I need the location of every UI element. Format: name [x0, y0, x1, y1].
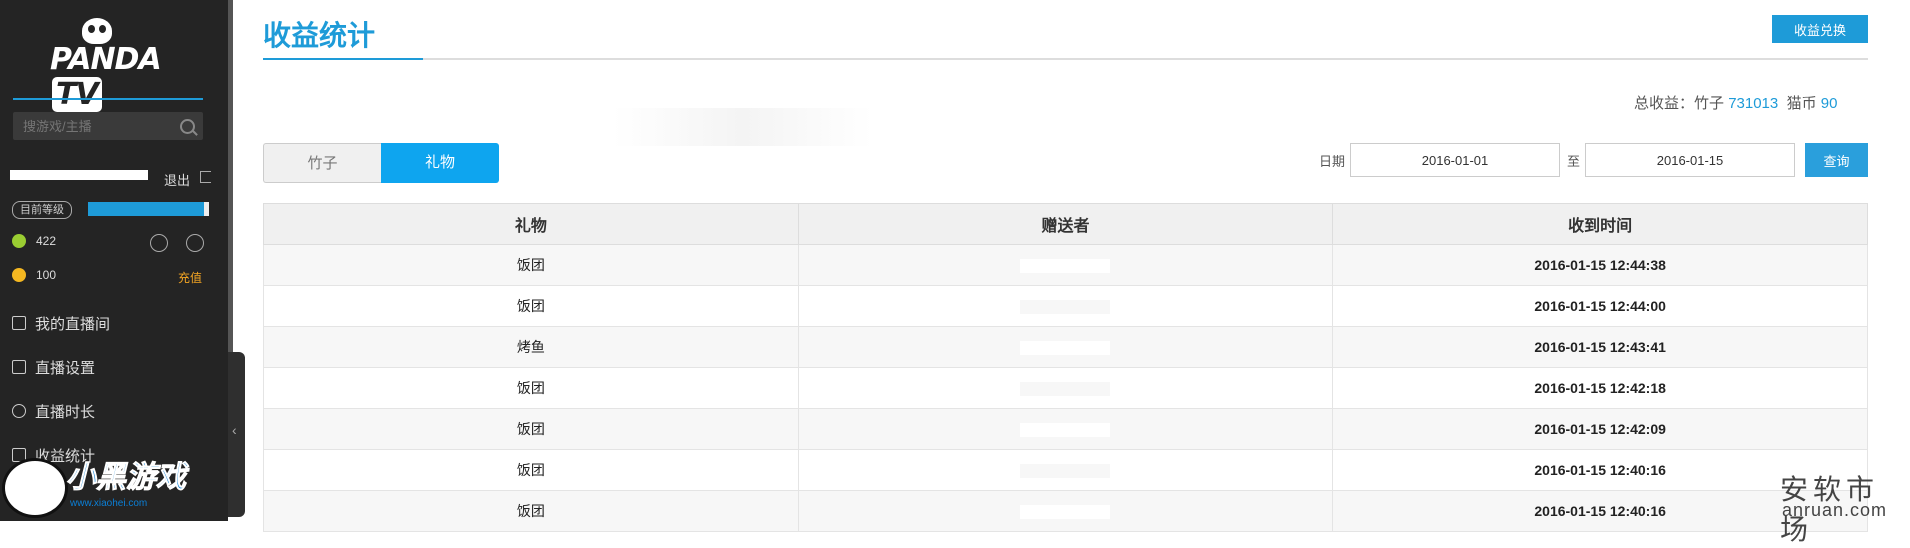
sender-redacted: [1020, 505, 1111, 520]
gift-cell: 饭团: [263, 244, 799, 286]
total-earnings-label: 总收益：竹子: [1634, 95, 1725, 112]
title-divider: [263, 58, 1868, 60]
collapse-sidebar-button[interactable]: [228, 352, 245, 517]
start-date-input[interactable]: [1350, 143, 1560, 177]
page-title: 收益统计: [263, 20, 376, 51]
query-button[interactable]: 查询: [1805, 143, 1868, 177]
logout-icon[interactable]: [200, 171, 211, 183]
cat-coin-label: 猫币: [1786, 95, 1817, 112]
time-cell: 2016-01-15 12:44:00: [1332, 285, 1868, 327]
level-badge: 目前等级: [12, 201, 72, 219]
table-row: 饭团 2016-01-15 12:40:16: [263, 449, 1868, 491]
search-icon[interactable]: [180, 119, 195, 134]
table-row: 饭团 2016-01-15 12:44:00: [263, 285, 1868, 327]
heart-icon[interactable]: [150, 234, 168, 252]
sender-redacted: [1020, 341, 1111, 356]
bamboo-count: 422: [36, 234, 57, 248]
gift-table: 礼物 赠送者 收到时间 饭团 2016-01-15 12:44:38 饭团 20…: [263, 203, 1868, 532]
logout-link[interactable]: 退出: [164, 170, 190, 189]
end-date-input[interactable]: [1585, 143, 1795, 177]
tab-gift[interactable]: 礼物: [381, 143, 499, 183]
sender-redacted: [1020, 382, 1111, 397]
gift-cell: 饭团: [263, 367, 799, 409]
column-header-sender: 赠送者: [797, 203, 1334, 245]
gift-cell: 饭团: [263, 490, 799, 532]
date-label: 日期: [1319, 154, 1346, 169]
level-progress-bar: [88, 202, 209, 216]
gift-cell: 烤鱼: [263, 326, 799, 368]
sender-cell: [797, 367, 1334, 409]
time-cell: 2016-01-15 12:42:09: [1332, 408, 1868, 450]
cat-coin-icon: [12, 268, 26, 282]
sender-cell: [797, 244, 1334, 286]
sender-cell: [797, 285, 1334, 327]
watermark-left-url: www.xiaohei.com: [70, 498, 148, 509]
sender-cell: [797, 408, 1334, 450]
user-name-redacted: [10, 170, 148, 180]
sidebar: PANDATV 退出 目前等级 422 100 充值 我的直播间 直播设置 直播…: [0, 0, 228, 521]
gift-cell: 饭团: [263, 449, 799, 491]
bamboo-icon: [12, 234, 26, 248]
sliders-icon: [12, 360, 26, 374]
watermark-right-url: anruan.com: [1782, 500, 1888, 520]
history-icon[interactable]: [186, 234, 204, 252]
watermark-left: 小黑游戏 www.xiaohei.com: [0, 452, 200, 521]
search-input[interactable]: [13, 112, 203, 140]
panda-tv-logo[interactable]: PANDATV: [40, 18, 180, 112]
clock-icon: [12, 404, 26, 418]
gift-cell: 饭团: [263, 408, 799, 450]
table-row: 饭团 2016-01-15 12:42:18: [263, 367, 1868, 409]
panda-icon: [82, 18, 112, 44]
column-header-time: 收到时间: [1332, 203, 1868, 245]
time-cell: 2016-01-15 12:42:18: [1332, 367, 1868, 409]
table-row: 饭团 2016-01-15 12:42:09: [263, 408, 1868, 450]
table-row: 烤鱼 2016-01-15 12:43:41: [263, 326, 1868, 368]
logo-text: PANDATV: [50, 42, 162, 112]
time-cell: 2016-01-15 12:44:38: [1332, 244, 1868, 286]
sender-redacted: [1020, 300, 1111, 315]
sender-cell: [797, 490, 1334, 532]
redeem-button[interactable]: 收益兑换: [1772, 15, 1868, 43]
recharge-link[interactable]: 充值: [178, 269, 202, 286]
total-earnings: 总收益：竹子 731013 猫币 90: [1634, 92, 1837, 113]
sender-cell: [797, 326, 1334, 368]
sender-redacted: [1020, 464, 1111, 479]
time-cell: 2016-01-15 12:43:41: [1332, 326, 1868, 368]
sender-redacted: [1020, 259, 1111, 274]
panda-mascot-icon: [2, 458, 68, 518]
table-header-row: 礼物 赠送者 收到时间: [263, 203, 1868, 245]
sidebar-edge: [228, 0, 233, 352]
video-icon: [12, 316, 26, 330]
sidebar-item-label: 直播设置: [35, 360, 96, 377]
user-row: 退出: [10, 170, 220, 188]
title-accent: [263, 58, 423, 60]
bamboo-total: 731013: [1728, 95, 1779, 112]
tab-bamboo[interactable]: 竹子: [263, 143, 381, 183]
sidebar-item-label: 我的直播间: [35, 316, 111, 333]
blurred-area: [613, 108, 873, 146]
date-to-label: 至: [1567, 154, 1581, 169]
gift-cell: 饭团: [263, 285, 799, 327]
column-header-gift: 礼物: [263, 203, 799, 245]
table-row: 饭团 2016-01-15 12:40:16: [263, 490, 1868, 532]
sender-cell: [797, 449, 1334, 491]
cat-coin-count: 100: [36, 268, 57, 282]
sidebar-divider: [13, 98, 203, 100]
watermark-left-text: 小黑游戏: [66, 461, 187, 495]
cat-coin-total: 90: [1820, 95, 1838, 112]
table-row: 饭团 2016-01-15 12:44:38: [263, 244, 1868, 286]
sidebar-item-label: 直播时长: [35, 404, 96, 421]
sender-redacted: [1020, 423, 1111, 438]
